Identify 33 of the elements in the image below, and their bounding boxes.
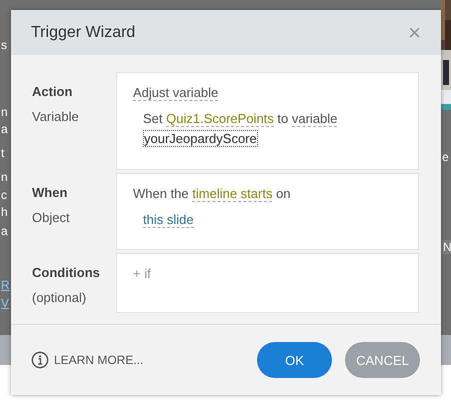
dialog-title: Trigger Wizard xyxy=(31,24,136,42)
background-text: a xyxy=(1,122,8,136)
ok-button[interactable]: OK xyxy=(257,342,332,378)
background-text: n xyxy=(1,170,8,184)
section-label: Conditions xyxy=(32,265,101,280)
background-link[interactable]: V xyxy=(1,296,10,310)
object-link[interactable]: this slide xyxy=(143,212,194,228)
section-label: Action xyxy=(32,84,74,99)
section-label: When xyxy=(32,185,68,200)
background-text: a xyxy=(1,224,8,238)
background-text: h xyxy=(1,205,8,219)
option-link[interactable]: Adjust variable xyxy=(133,85,218,101)
background-text: t xyxy=(1,146,4,160)
background-text: s xyxy=(1,38,7,52)
close-button[interactable]: × xyxy=(408,22,421,44)
option-link[interactable]: variable xyxy=(292,111,338,127)
background-text: n xyxy=(1,105,8,119)
background-link[interactable]: R xyxy=(1,278,10,292)
cancel-button[interactable]: CANCEL xyxy=(345,342,420,378)
rule-sentence: Set Quiz1.ScorePoints to variable xyxy=(142,110,338,129)
variable-value[interactable]: yourJeopardyScore xyxy=(143,130,258,147)
parameter-link[interactable]: timeline starts xyxy=(192,186,272,202)
info-icon xyxy=(31,351,49,369)
field-label: Variable xyxy=(32,109,80,124)
parameter-link[interactable]: Quiz1.ScorePoints xyxy=(166,111,274,127)
background-text: e xyxy=(442,150,449,164)
background-text: c xyxy=(1,188,7,202)
rule-sentence: When the timeline starts on xyxy=(133,185,292,204)
add-condition-link[interactable]: + if xyxy=(133,266,151,281)
field-label: Object xyxy=(32,210,71,225)
learn-more-link[interactable]: LEARN MORE... xyxy=(31,351,144,369)
background-button[interactable]: N xyxy=(442,240,451,254)
field-label: (optional) xyxy=(32,290,88,305)
